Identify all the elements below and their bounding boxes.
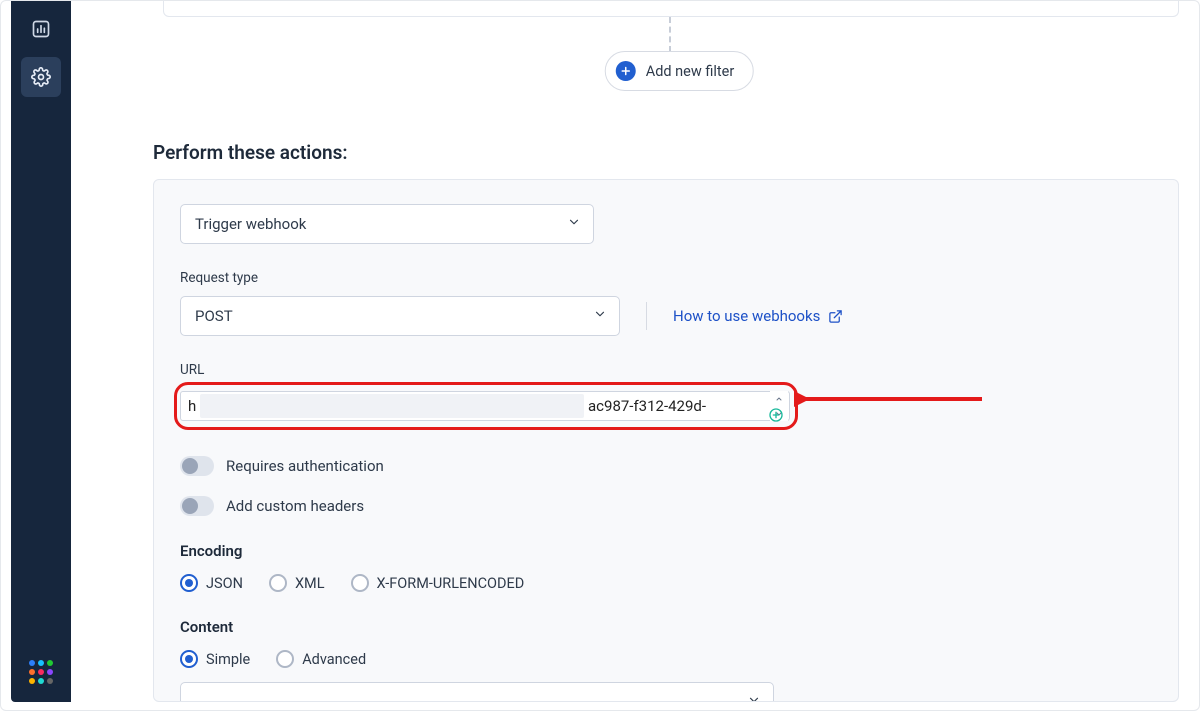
content-field-select[interactable]	[180, 682, 774, 702]
encoding-json-radio[interactable]: JSON	[180, 574, 243, 592]
radio-dot	[180, 574, 198, 592]
encoding-radio-group: JSON XML X-FORM-URLENCODED	[180, 574, 1152, 592]
url-step-up-button[interactable]	[770, 391, 788, 406]
radio-label: Advanced	[302, 651, 366, 668]
request-type-value: POST	[195, 307, 233, 325]
request-type-select[interactable]: POST	[180, 296, 620, 336]
radio-dot	[180, 650, 198, 668]
radio-label: JSON	[206, 575, 243, 592]
action-type-select[interactable]: Trigger webhook	[180, 204, 594, 244]
how-to-use-webhooks-link[interactable]: How to use webhooks	[673, 307, 843, 325]
toggle-switch-off	[180, 456, 214, 476]
external-link-icon	[828, 309, 843, 324]
add-new-filter-button[interactable]: Add new filter	[605, 51, 754, 91]
url-field-highlight: h ac987-f312-429d-	[180, 388, 790, 424]
add-custom-headers-toggle[interactable]: Add custom headers	[180, 496, 364, 516]
previous-card-edge	[163, 1, 1179, 17]
chevron-down-icon	[747, 693, 761, 702]
radio-label: X-FORM-URLENCODED	[377, 575, 525, 592]
url-label: URL	[180, 362, 1152, 378]
toggle-switch-off	[180, 496, 214, 516]
radio-dot	[276, 650, 294, 668]
app-switcher-button[interactable]	[29, 660, 53, 684]
annotation-arrow	[794, 387, 984, 411]
insert-value-icon[interactable]	[768, 407, 784, 423]
content-radio-group: Simple Advanced	[180, 650, 1152, 668]
content-simple-radio[interactable]: Simple	[180, 650, 250, 668]
encoding-xform-radio[interactable]: X-FORM-URLENCODED	[351, 574, 525, 592]
add-filter-label: Add new filter	[646, 63, 735, 80]
section-heading: Perform these actions:	[153, 141, 348, 164]
encoding-heading: Encoding	[180, 542, 1152, 560]
radio-dot	[351, 574, 369, 592]
encoding-xml-radio[interactable]: XML	[269, 574, 325, 592]
content-advanced-radio[interactable]: Advanced	[276, 650, 366, 668]
chevron-down-icon	[593, 307, 607, 325]
chevron-down-icon	[567, 215, 581, 233]
radio-label: Simple	[206, 651, 250, 668]
toggle-label: Requires authentication	[226, 457, 384, 475]
main-panel: Add new filter Perform these actions: Tr…	[81, 1, 1189, 702]
url-input[interactable]	[180, 391, 790, 421]
actions-card: Trigger webhook Request type POST How to…	[153, 179, 1179, 702]
vertical-divider	[646, 302, 647, 330]
flow-connector-line	[669, 17, 671, 52]
action-type-value: Trigger webhook	[195, 215, 306, 233]
plus-icon	[616, 61, 636, 81]
radio-dot	[269, 574, 287, 592]
content-heading: Content	[180, 618, 1152, 636]
toggle-label: Add custom headers	[226, 497, 364, 515]
left-sidebar	[11, 1, 71, 702]
request-type-label: Request type	[180, 270, 1152, 286]
requires-authentication-toggle[interactable]: Requires authentication	[180, 456, 384, 476]
sidebar-settings-button[interactable]	[21, 57, 61, 97]
sidebar-analytics-button[interactable]	[21, 9, 61, 49]
chart-icon	[31, 19, 51, 39]
gear-icon	[31, 67, 51, 87]
howto-link-text: How to use webhooks	[673, 307, 820, 325]
radio-label: XML	[295, 575, 325, 592]
